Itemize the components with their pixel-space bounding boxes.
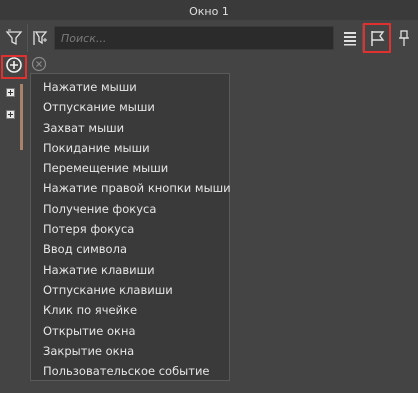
window: Окно 1 Поиск... Нажатие мыши Отпускание … bbox=[0, 0, 418, 393]
menu-item-window-open[interactable]: Открытие окна bbox=[31, 321, 229, 341]
title-bar: Окно 1 bbox=[0, 0, 418, 20]
list-icon bbox=[342, 30, 358, 46]
menu-item-mouse-capture[interactable]: Захват мыши bbox=[31, 118, 229, 138]
menu-item-mouse-down[interactable]: Нажатие мыши bbox=[31, 77, 229, 97]
menu-item-focus-gained[interactable]: Получение фокуса bbox=[31, 199, 229, 219]
expand-toggle[interactable] bbox=[6, 88, 15, 97]
menu-item-key-down[interactable]: Нажатие клавиши bbox=[31, 260, 229, 280]
filter-icon bbox=[5, 29, 23, 47]
pin-button[interactable] bbox=[392, 26, 416, 50]
window-title: Окно 1 bbox=[189, 5, 229, 18]
search-input[interactable] bbox=[55, 27, 333, 50]
flag-icon bbox=[368, 29, 386, 47]
menu-item-key-up[interactable]: Отпускание клавиши bbox=[31, 280, 229, 300]
search-field[interactable] bbox=[54, 26, 334, 50]
tree-item-marker bbox=[20, 84, 23, 150]
event-dropdown-menu: Нажатие мыши Отпускание мыши Захват мыши… bbox=[30, 73, 231, 381]
list-view-button[interactable] bbox=[338, 26, 362, 50]
menu-item-mouse-move[interactable]: Перемещение мыши bbox=[31, 158, 229, 178]
filter-settings-icon bbox=[31, 29, 49, 47]
menu-item-focus-lost[interactable]: Потеря фокуса bbox=[31, 219, 229, 239]
toolbar-separator bbox=[362, 24, 363, 52]
plus-circle-icon bbox=[5, 56, 23, 78]
expand-toggle[interactable] bbox=[6, 110, 15, 119]
menu-item-mouse-up[interactable]: Отпускание мыши bbox=[31, 97, 229, 117]
flag-button[interactable] bbox=[363, 23, 391, 53]
menu-item-char-input[interactable]: Ввод символа bbox=[31, 239, 229, 259]
toolbar bbox=[0, 23, 418, 54]
pin-icon bbox=[396, 29, 412, 47]
menu-item-window-close[interactable]: Закрытие окна bbox=[31, 341, 229, 361]
filter-settings-button[interactable] bbox=[28, 26, 52, 50]
add-event-button[interactable] bbox=[1, 55, 27, 79]
menu-item-mouse-leave[interactable]: Покидание мыши bbox=[31, 138, 229, 158]
filter-button[interactable] bbox=[2, 26, 26, 50]
menu-item-cell-click[interactable]: Клик по ячейке bbox=[31, 300, 229, 320]
remove-event-button[interactable] bbox=[31, 56, 47, 74]
menu-item-right-click[interactable]: Нажатие правой кнопки мыши bbox=[31, 178, 231, 198]
menu-item-custom-event[interactable]: Пользовательское событие bbox=[31, 361, 229, 381]
